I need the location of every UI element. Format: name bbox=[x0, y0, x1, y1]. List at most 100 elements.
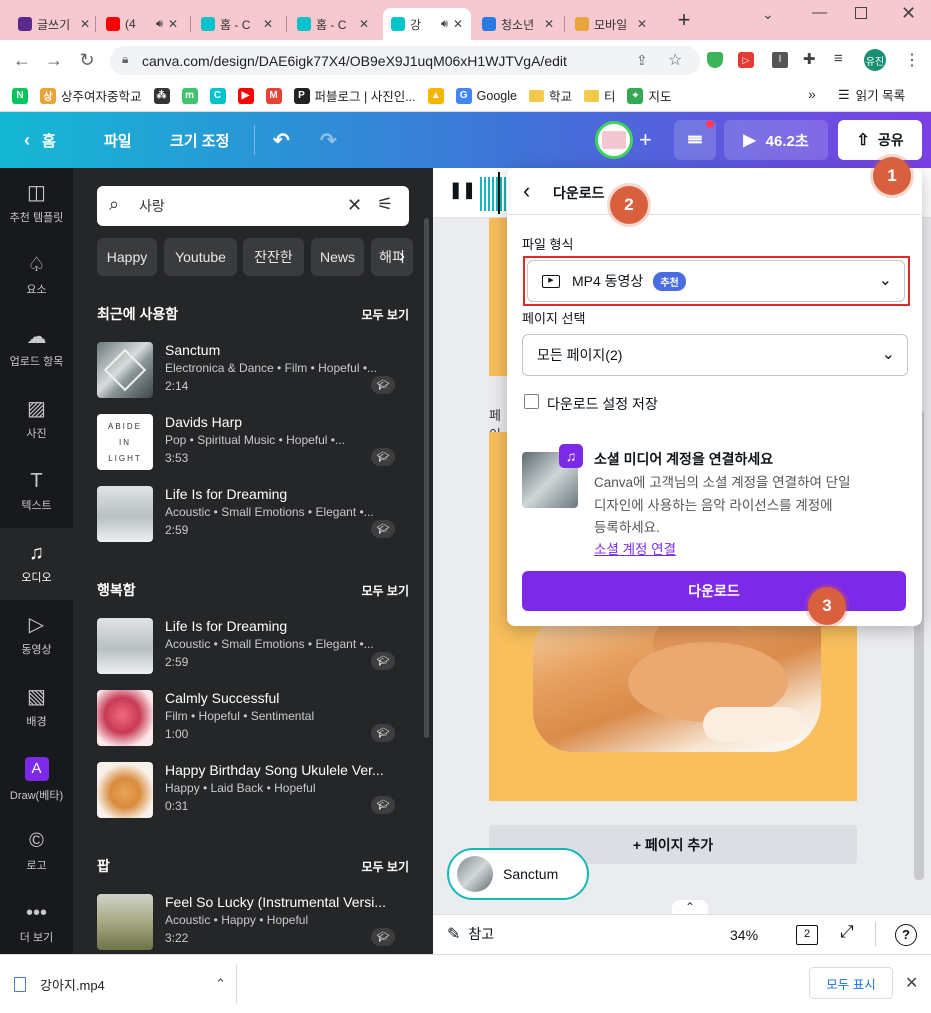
audio-track[interactable]: Feel So Lucky (Instrumental Versi... Acou… bbox=[97, 894, 409, 952]
help-icon[interactable]: ? bbox=[895, 924, 917, 946]
maximize-button[interactable] bbox=[855, 7, 867, 19]
bookmark-item[interactable]: P 퍼블로그 | 사진인... bbox=[293, 86, 416, 105]
track-thumbnail[interactable]: ABIDE IN LIGHT bbox=[97, 414, 153, 470]
filter-sliders-icon[interactable]: ⚟ bbox=[377, 194, 393, 215]
shield-extension-icon[interactable] bbox=[707, 52, 723, 68]
filter-chip[interactable]: News bbox=[311, 238, 364, 276]
track-thumbnail[interactable] bbox=[97, 690, 153, 746]
filter-chip[interactable]: Youtube bbox=[164, 238, 237, 276]
close-tab-icon[interactable]: ✕ bbox=[359, 17, 369, 31]
minimize-button[interactable]: — bbox=[812, 4, 827, 21]
bookmark-item[interactable]: ⌖ 지도 bbox=[627, 86, 672, 105]
browser-tab[interactable]: (4 🔊︎ ✕ bbox=[98, 8, 186, 40]
bookmark-star-icon[interactable]: ☆ bbox=[668, 50, 682, 70]
bookmark-item[interactable]: N bbox=[12, 87, 28, 104]
forward-arrow-icon[interactable]: → bbox=[42, 48, 66, 72]
clear-search-icon[interactable]: ✕ bbox=[347, 195, 362, 216]
media-control-icon[interactable]: ≡ bbox=[834, 50, 843, 67]
rail-item-logo[interactable]: © 로고 bbox=[0, 816, 73, 888]
chips-scroll-right-icon[interactable]: › bbox=[399, 246, 405, 267]
redo-icon[interactable]: ↷ bbox=[320, 112, 337, 168]
audio-track[interactable]: Calmly Successful Film • Hopeful • Sentim… bbox=[97, 690, 409, 748]
see-all-link[interactable]: 모두 보기 bbox=[362, 582, 410, 599]
new-tab-button[interactable]: + bbox=[674, 9, 694, 31]
rail-item-template[interactable]: ◫ 추천 템플릿 bbox=[0, 168, 73, 240]
audio-track[interactable]: ABIDE IN LIGHT Davids Harp Pop • Spiritual M… bbox=[97, 414, 409, 472]
close-tab-icon[interactable]: ✕ bbox=[544, 17, 554, 31]
back-arrow-icon[interactable]: ← bbox=[10, 48, 34, 72]
rail-item-background[interactable]: ▧ 배경 bbox=[0, 672, 73, 744]
bookmark-item[interactable]: ▲ bbox=[427, 87, 444, 104]
browser-tab[interactable]: 홈 - C ✕ bbox=[289, 8, 377, 40]
fullscreen-icon[interactable]: ⤢ bbox=[840, 922, 854, 942]
close-window-button[interactable]: ✕ bbox=[901, 3, 916, 24]
filter-chip[interactable]: Happy bbox=[97, 238, 157, 276]
chrome-menu-icon[interactable]: ⋮ bbox=[904, 50, 920, 70]
close-shelf-icon[interactable]: ✕ bbox=[905, 973, 918, 993]
track-thumbnail[interactable] bbox=[97, 762, 153, 818]
chevron-up-icon[interactable]: ⌃ bbox=[215, 976, 236, 992]
track-thumbnail[interactable] bbox=[97, 486, 153, 542]
filter-chip[interactable]: 해피 bbox=[371, 238, 413, 276]
rail-item-elements[interactable]: ♤ 요소 bbox=[0, 240, 73, 312]
home-button[interactable]: ‹ 홈 bbox=[24, 112, 56, 168]
browser-tab[interactable]: 홈 - C ✕ bbox=[193, 8, 281, 40]
reading-list-button[interactable]: ☰ 읽기 목록 bbox=[838, 85, 905, 104]
see-all-link[interactable]: 모두 보기 bbox=[362, 306, 410, 323]
browser-tab[interactable]: 글쓰기 ✕ bbox=[10, 8, 98, 40]
rail-item-draw[interactable]: A Draw(베타) bbox=[0, 744, 73, 816]
dark-extension-icon[interactable]: I bbox=[772, 52, 788, 68]
now-playing-pill[interactable]: Sanctum bbox=[447, 848, 589, 900]
audio-track[interactable]: Happy Birthday Song Ukulele Ver... Happy … bbox=[97, 762, 409, 820]
track-thumbnail[interactable] bbox=[97, 618, 153, 674]
browser-tab[interactable]: 모바일 ✕ bbox=[567, 8, 655, 40]
reload-icon[interactable]: ↻ bbox=[75, 48, 99, 72]
save-settings-checkbox[interactable] bbox=[524, 394, 539, 409]
downloaded-file-item[interactable]: 강아지.mp4 ⌃ bbox=[14, 966, 236, 1002]
play-preview-button[interactable]: ▶ 46.2초 bbox=[724, 120, 828, 160]
page-select-dropdown[interactable]: 모든 페이지(2) ⌄ bbox=[522, 334, 908, 376]
add-collaborator-icon[interactable]: + bbox=[639, 112, 652, 168]
resize-button[interactable]: 크기 조정 bbox=[170, 112, 229, 168]
bookmark-item[interactable]: 학교 bbox=[528, 86, 572, 105]
see-all-link[interactable]: 모두 보기 bbox=[362, 858, 410, 875]
close-tab-icon[interactable]: ✕ bbox=[453, 17, 463, 31]
audio-track[interactable]: Life Is for Dreaming Acoustic • Small Emo… bbox=[97, 486, 409, 544]
undo-icon[interactable]: ↶ bbox=[273, 112, 290, 168]
puzzle-extensions-icon[interactable]: ✚ bbox=[803, 50, 816, 68]
show-all-downloads-button[interactable]: 모두 표시 bbox=[809, 967, 893, 999]
audio-track[interactable]: Sanctum Electronica & Dance • Film • Hope… bbox=[97, 342, 409, 400]
back-chevron-icon[interactable]: ‹ bbox=[523, 178, 530, 204]
zoom-level[interactable]: 34% bbox=[730, 927, 758, 943]
rail-item-video[interactable]: ▷ 동영상 bbox=[0, 600, 73, 672]
close-tab-icon[interactable]: ✕ bbox=[263, 17, 273, 31]
pause-icon[interactable]: ❚❚ bbox=[449, 180, 476, 200]
page-count-button[interactable]: 2 bbox=[796, 925, 818, 945]
kitten-photo[interactable] bbox=[533, 612, 821, 752]
bookmark-item[interactable]: m bbox=[181, 87, 198, 104]
rail-item-upload[interactable]: ☁ 업로드 항목 bbox=[0, 312, 73, 384]
browser-tab[interactable]: 청소년 ✕ bbox=[474, 8, 562, 40]
bookmark-item[interactable]: 상 상주여자중학교 bbox=[40, 86, 142, 105]
share-page-icon[interactable]: ⇪ bbox=[636, 52, 648, 69]
bookmark-item[interactable]: ⁂ bbox=[153, 87, 170, 104]
track-thumbnail[interactable] bbox=[97, 894, 153, 950]
file-menu-button[interactable]: 파일 bbox=[104, 112, 132, 168]
close-tab-icon[interactable]: ✕ bbox=[637, 17, 647, 31]
share-button[interactable]: ⇧ 공유 bbox=[838, 120, 922, 160]
rail-item-photo[interactable]: ▨ 사진 bbox=[0, 384, 73, 456]
bookmarks-more-button[interactable]: » bbox=[808, 86, 816, 102]
download-button[interactable]: 다운로드 bbox=[522, 571, 906, 611]
panel-scrollbar[interactable] bbox=[424, 218, 429, 738]
close-tab-icon[interactable]: ✕ bbox=[80, 17, 90, 31]
notes-button[interactable]: ✎ 참고 bbox=[447, 924, 494, 944]
bookmark-item[interactable]: ▶ bbox=[237, 87, 254, 104]
collaborator-avatar[interactable] bbox=[595, 121, 633, 159]
browser-tab[interactable]: 강 🔊︎ ✕ bbox=[383, 8, 471, 40]
bookmark-item[interactable]: G Google bbox=[455, 87, 517, 104]
audio-track[interactable]: Life Is for Dreaming Acoustic • Small Emo… bbox=[97, 618, 409, 676]
tab-search-chevron-icon[interactable]: ⌄ bbox=[762, 6, 774, 23]
rail-item-audio[interactable]: ♫ 오디오 bbox=[0, 528, 73, 600]
profile-avatar[interactable]: 유진 bbox=[864, 49, 886, 71]
track-thumbnail[interactable] bbox=[97, 342, 153, 398]
